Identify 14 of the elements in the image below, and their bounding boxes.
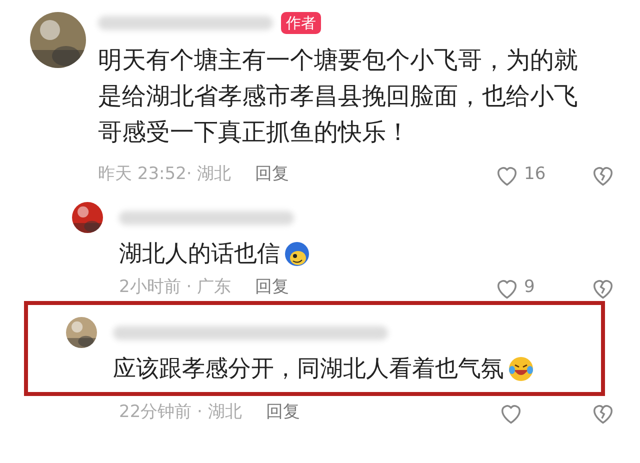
reply-link[interactable]: 回复 (255, 275, 290, 301)
comment-text: 湖北人的话也信 (119, 240, 280, 269)
emoji-icon (284, 241, 310, 267)
like-button[interactable]: 16 (494, 162, 546, 188)
comment-meta: 昨天 23:52· 湖北 (98, 163, 232, 186)
reply-link[interactable]: 回复 (255, 162, 290, 188)
reply-link[interactable]: 回复 (266, 400, 300, 426)
tears-of-joy-icon (508, 356, 534, 382)
comment-meta: 22分钟前 · 湖北 (119, 401, 242, 424)
like-button[interactable]: 9 (494, 275, 546, 301)
comment-text: 明天有个塘主有一个塘要包个小飞哥，为的就是给湖北省孝感市孝昌县挽回脸面，也给小飞哥感受一下真正抓鱼的快乐！ (98, 45, 579, 148)
comment-text: 应该跟孝感分开，同湖北人看着也气氛 (113, 355, 504, 384)
comment-meta: 2小时前 · 广东 (119, 276, 232, 300)
author-badge: 作者 (281, 12, 321, 34)
